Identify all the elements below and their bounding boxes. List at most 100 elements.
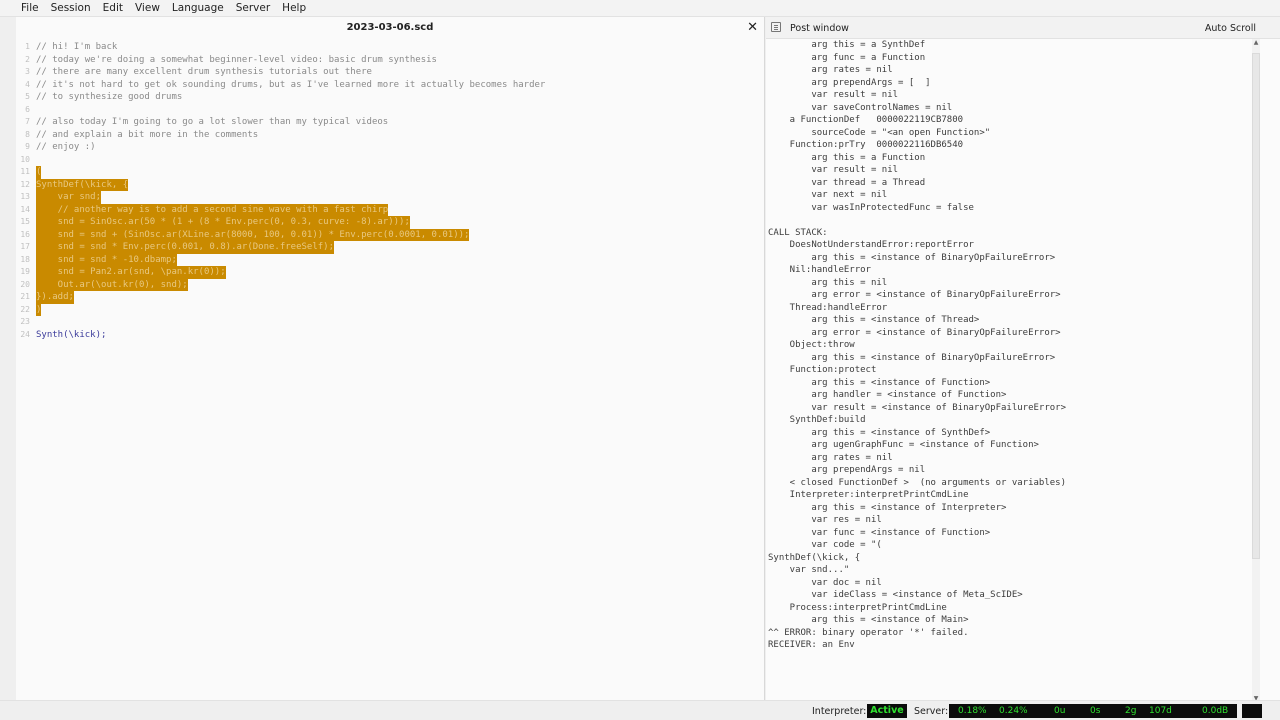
code-area[interactable]: 1 // hi! I'm back 2 // today we're doing a … xyxy=(16,41,756,341)
post-line: Object:throw xyxy=(768,340,855,350)
post-window-header: Post window Auto Scroll xyxy=(766,17,1280,39)
scroll-up-arrow-icon[interactable]: ▲ xyxy=(1252,39,1260,46)
post-line: var ideClass = <instance of Meta_ScIDE> xyxy=(768,590,1023,600)
line-number: 4 xyxy=(25,79,30,89)
post-line: arg ugenGraphFunc = <instance of Functio… xyxy=(768,440,1039,450)
code-line[interactable]: 19 snd = Pan2.ar(snd, \pan.kr(0)); xyxy=(16,266,756,279)
line-number: 23 xyxy=(20,317,30,326)
post-line: arg this = <instance of Function> xyxy=(768,377,991,388)
menu-language[interactable]: Language xyxy=(172,2,224,14)
scide-window: File Session Edit View Language Server H… xyxy=(0,0,1280,720)
code-line[interactable]: 18 snd = snd * -10.dbamp; xyxy=(16,253,756,266)
code-text: // to synthesize good drums xyxy=(36,92,183,102)
post-line: SynthDef(\kick, { xyxy=(768,552,861,563)
post-line: var func = <instance of Function> xyxy=(768,527,991,538)
code-text: // it's not hard to get ok sounding drum… xyxy=(36,79,546,90)
line-number: 9 xyxy=(25,142,30,151)
code-text: }).add; xyxy=(36,291,74,304)
post-line: a FunctionDef 0000022119CB7800 xyxy=(768,115,964,125)
post-vertical-scrollbar[interactable]: ▲ ▼ xyxy=(1252,39,1260,702)
post-window-icon[interactable] xyxy=(771,22,781,32)
code-line[interactable]: 3 // there are many excellent drum synthe… xyxy=(16,66,756,79)
menu-help[interactable]: Help xyxy=(282,2,306,14)
post-line: arg this = nil xyxy=(768,277,888,288)
code-line[interactable]: 11 ( xyxy=(16,166,756,179)
menu-server[interactable]: Server xyxy=(236,2,270,14)
code-line[interactable]: 15 snd = SinOsc.ar(50 * (1 + (8 * Env.pe… xyxy=(16,216,756,229)
code-line[interactable]: 21 }).add; xyxy=(16,291,756,304)
code-text: Out.ar(\out.kr(0), snd); xyxy=(36,278,188,291)
code-text: // also today I'm going to go a lot slow… xyxy=(36,117,389,127)
code-text: Synth(\kick); xyxy=(36,329,107,340)
interpreter-status[interactable]: Active xyxy=(867,704,907,718)
code-text: var snd; xyxy=(36,191,102,204)
synthdef-count: 107d xyxy=(1149,706,1172,716)
post-line: arg this = <instance of Main> xyxy=(768,615,969,625)
post-line: arg this = <instance of Interpreter> xyxy=(768,502,1007,513)
post-line: Function:prTry 0000022116DB6540 xyxy=(768,140,964,150)
code-line[interactable]: 12 SynthDef(\kick, { xyxy=(16,178,756,191)
code-line[interactable]: 7 // also today I'm going to go a lot slo… xyxy=(16,116,756,129)
menu-session[interactable]: Session xyxy=(51,2,91,14)
editor-tab-bar: 2023-03-06.scd ✕ xyxy=(16,17,764,39)
line-number: 22 xyxy=(20,304,30,314)
code-line[interactable]: 23 xyxy=(16,316,756,329)
code-line[interactable]: 2 // today we're doing a somewhat beginne… xyxy=(16,54,756,67)
post-line: var saveControlNames = nil xyxy=(768,102,953,113)
code-line[interactable]: 1 // hi! I'm back xyxy=(16,41,756,54)
code-line[interactable]: 6 xyxy=(16,104,756,117)
code-line[interactable]: 9 // enjoy :) xyxy=(16,141,756,154)
post-line: var next = nil xyxy=(768,190,888,200)
synth-count: 0s xyxy=(1090,706,1101,716)
code-line[interactable]: 10 xyxy=(16,154,756,167)
code-line[interactable]: 13 var snd; xyxy=(16,191,756,204)
line-number: 2 xyxy=(25,54,30,64)
line-number: 21 xyxy=(20,292,30,301)
code-line[interactable]: 17 snd = snd * Env.perc(0.001, 0.8).ar(D… xyxy=(16,241,756,254)
code-text: snd = SinOsc.ar(50 * (1 + (8 * Env.perc(… xyxy=(36,216,410,229)
auto-scroll-button[interactable]: Auto Scroll xyxy=(1205,23,1256,34)
avg-cpu: 0.18% xyxy=(958,706,987,716)
close-tab-button[interactable]: ✕ xyxy=(747,20,758,35)
line-number: 24 xyxy=(20,329,30,339)
code-line[interactable]: 20 Out.ar(\out.kr(0), snd); xyxy=(16,278,756,291)
code-text: snd = snd + (SinOsc.ar(XLine.ar(8000, 10… xyxy=(36,228,470,241)
menu-view[interactable]: View xyxy=(135,2,160,14)
post-line: DoesNotUnderstandError:reportError xyxy=(768,240,974,250)
post-line: sourceCode = "<an open Function>" xyxy=(768,127,991,138)
post-line: Function:protect xyxy=(768,365,877,375)
post-line: arg rates = nil xyxy=(768,452,893,463)
code-text: ( xyxy=(36,166,42,179)
line-number: 10 xyxy=(20,154,30,164)
line-number: 12 xyxy=(20,179,30,189)
post-line: Process:interpretPrintCmdLine xyxy=(768,602,947,613)
status-bar: Interpreter: Active Server: 0.18% 0.24% … xyxy=(0,700,1280,720)
volume: 0.0dB xyxy=(1202,706,1229,716)
document-tab[interactable]: 2023-03-06.scd xyxy=(16,22,764,33)
post-line: arg handler = <instance of Function> xyxy=(768,390,1007,400)
line-number: 11 xyxy=(20,167,30,176)
code-line[interactable]: 8 // and explain a bit more in the commen… xyxy=(16,129,756,142)
scrollbar-thumb[interactable] xyxy=(1252,53,1260,559)
post-line: CALL STACK: xyxy=(768,227,828,238)
code-line[interactable]: 24 Synth(\kick); xyxy=(16,329,756,342)
post-line: Interpreter:interpretPrintCmdLine xyxy=(768,490,969,500)
line-number: 18 xyxy=(20,254,30,264)
menu-edit[interactable]: Edit xyxy=(103,2,123,14)
post-line: arg this = a SynthDef xyxy=(768,40,926,50)
code-editor[interactable]: 2023-03-06.scd ✕ 1 // hi! I'm back 2 // tod… xyxy=(16,17,765,700)
post-line: arg this = a Function xyxy=(768,152,926,163)
code-text: // and explain a bit more in the comment… xyxy=(36,129,259,140)
post-line: Nil:handleError xyxy=(768,265,871,275)
code-line[interactable]: 22) xyxy=(16,303,756,316)
mute-indicator[interactable] xyxy=(1242,704,1262,718)
line-number: 19 xyxy=(20,267,30,276)
server-status[interactable]: 0.18% 0.24% 0u 0s 2g 107d 0.0dB xyxy=(949,704,1237,718)
menu-file[interactable]: File xyxy=(21,2,39,14)
code-line[interactable]: 4 // it's not hard to get ok sounding dru… xyxy=(16,79,756,92)
group-count: 2g xyxy=(1125,706,1137,716)
code-line[interactable]: 14 // another way is to add a second sin… xyxy=(16,203,756,216)
code-line[interactable]: 16 snd = snd + (SinOsc.ar(XLine.ar(8000,… xyxy=(16,228,756,241)
code-line[interactable]: 5 // to synthesize good drums xyxy=(16,91,756,104)
code-text: snd = snd * Env.perc(0.001, 0.8).ar(Done… xyxy=(36,241,335,254)
